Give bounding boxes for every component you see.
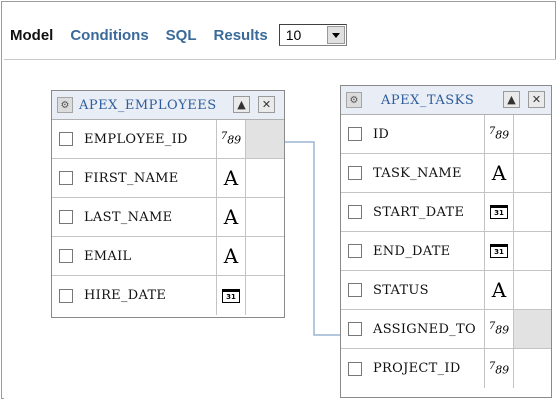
model-canvas: ⚙ APEX_EMPLOYEES ▲ ✕ EMPLOYEE_ID 789 FIR… xyxy=(4,59,556,400)
number-type-icon: 789 xyxy=(217,120,246,158)
column-checkbox[interactable] xyxy=(59,288,73,303)
table-properties-icon[interactable]: ⚙ xyxy=(346,92,362,108)
string-type-icon: A xyxy=(217,198,246,236)
table-row: PROJECT_ID 789 xyxy=(341,349,551,388)
column-checkbox[interactable] xyxy=(59,249,73,263)
number-type-icon: 789 xyxy=(485,349,514,388)
column-cell: EMPLOYEE_ID xyxy=(52,120,217,158)
column-name: ID xyxy=(373,126,390,142)
table-row: END_DATE 31 xyxy=(341,232,551,271)
column-name: EMPLOYEE_ID xyxy=(84,131,188,147)
join-handle[interactable] xyxy=(246,276,284,315)
column-name: PROJECT_ID xyxy=(373,361,461,376)
dropdown-arrow-icon[interactable] xyxy=(326,26,345,44)
string-type-icon: A xyxy=(217,237,246,275)
column-checkbox[interactable] xyxy=(348,127,362,141)
rows-select[interactable]: 10 xyxy=(278,24,347,46)
number-type-icon: 789 xyxy=(485,115,514,153)
join-handle[interactable] xyxy=(246,120,284,158)
column-cell: TASK_NAME xyxy=(341,154,485,192)
tab-model[interactable]: Model xyxy=(10,27,53,44)
column-cell: ID xyxy=(341,115,485,153)
column-checkbox[interactable] xyxy=(348,205,362,219)
column-name: HIRE_DATE xyxy=(84,288,167,303)
table-header[interactable]: ⚙ APEX_TASKS ▲ ✕ xyxy=(341,86,551,115)
column-cell: START_DATE xyxy=(341,193,485,231)
column-checkbox[interactable] xyxy=(59,132,73,146)
column-name: EMAIL xyxy=(84,248,132,264)
rows-select-value: 10 xyxy=(285,27,302,43)
table-title: APEX_TASKS xyxy=(381,92,475,108)
join-handle[interactable] xyxy=(246,198,284,236)
join-handle[interactable] xyxy=(514,349,551,388)
table-card-apex-employees[interactable]: ⚙ APEX_EMPLOYEES ▲ ✕ EMPLOYEE_ID 789 FIR… xyxy=(51,90,285,318)
tab-results[interactable]: Results xyxy=(214,27,268,44)
table-properties-icon[interactable]: ⚙ xyxy=(57,97,73,113)
date-type-icon: 31 xyxy=(217,276,246,315)
table-row: ASSIGNED_TO 789 xyxy=(341,310,551,349)
column-checkbox[interactable] xyxy=(348,322,362,336)
join-handle[interactable] xyxy=(514,310,551,348)
column-cell: ASSIGNED_TO xyxy=(341,310,485,348)
join-handle[interactable] xyxy=(514,154,551,192)
table-row: TASK_NAME A xyxy=(341,154,551,193)
table-title: APEX_EMPLOYEES xyxy=(79,97,217,113)
column-name: LAST_NAME xyxy=(84,209,173,225)
table-row: EMPLOYEE_ID 789 xyxy=(52,120,284,159)
tab-sql[interactable]: SQL xyxy=(166,27,197,44)
join-handle[interactable] xyxy=(514,232,551,270)
join-connector xyxy=(280,141,342,336)
join-handle[interactable] xyxy=(246,159,284,197)
collapse-up-icon[interactable]: ▲ xyxy=(503,91,520,108)
column-checkbox[interactable] xyxy=(59,171,73,185)
tab-conditions[interactable]: Conditions xyxy=(70,27,148,44)
column-cell: HIRE_DATE xyxy=(52,276,217,315)
string-type-icon: A xyxy=(217,159,246,197)
table-header[interactable]: ⚙ APEX_EMPLOYEES ▲ ✕ xyxy=(52,91,284,120)
date-type-icon: 31 xyxy=(485,193,514,231)
string-type-icon: A xyxy=(485,271,514,309)
column-checkbox[interactable] xyxy=(348,361,362,376)
column-checkbox[interactable] xyxy=(59,210,73,224)
column-name: TASK_NAME xyxy=(373,165,462,181)
collapse-up-icon[interactable]: ▲ xyxy=(233,96,250,113)
table-row: HIRE_DATE 31 xyxy=(52,276,284,315)
number-type-icon: 789 xyxy=(485,310,514,348)
table-row: START_DATE 31 xyxy=(341,193,551,232)
column-cell: FIRST_NAME xyxy=(52,159,217,197)
query-builder-window: Model Conditions SQL Results 10 ⚙ APEX_E… xyxy=(1,1,556,400)
join-handle[interactable] xyxy=(514,271,551,309)
join-handle[interactable] xyxy=(246,237,284,275)
column-cell: EMAIL xyxy=(52,237,217,275)
column-cell: LAST_NAME xyxy=(52,198,217,236)
table-row: FIRST_NAME A xyxy=(52,159,284,198)
table-row: LAST_NAME A xyxy=(52,198,284,237)
column-checkbox[interactable] xyxy=(348,244,362,258)
column-cell: END_DATE xyxy=(341,232,485,270)
column-name: FIRST_NAME xyxy=(84,170,179,186)
column-checkbox[interactable] xyxy=(348,166,362,180)
column-name: STATUS xyxy=(373,282,429,298)
column-cell: STATUS xyxy=(341,271,485,309)
table-card-apex-tasks[interactable]: ⚙ APEX_TASKS ▲ ✕ ID 789 TASK_NAME A STAR… xyxy=(340,85,552,398)
close-icon[interactable]: ✕ xyxy=(258,96,275,113)
column-name: START_DATE xyxy=(373,204,465,220)
join-handle[interactable] xyxy=(514,193,551,231)
column-name: END_DATE xyxy=(373,243,451,259)
column-checkbox[interactable] xyxy=(348,283,362,297)
table-row: STATUS A xyxy=(341,271,551,310)
table-row: ID 789 xyxy=(341,115,551,154)
table-row: EMAIL A xyxy=(52,237,284,276)
tab-bar: Model Conditions SQL Results 10 xyxy=(10,20,347,50)
column-name: ASSIGNED_TO xyxy=(373,321,476,337)
date-type-icon: 31 xyxy=(485,232,514,270)
string-type-icon: A xyxy=(485,154,514,192)
close-icon[interactable]: ✕ xyxy=(528,91,545,108)
join-handle[interactable] xyxy=(514,115,551,153)
column-cell: PROJECT_ID xyxy=(341,349,485,388)
